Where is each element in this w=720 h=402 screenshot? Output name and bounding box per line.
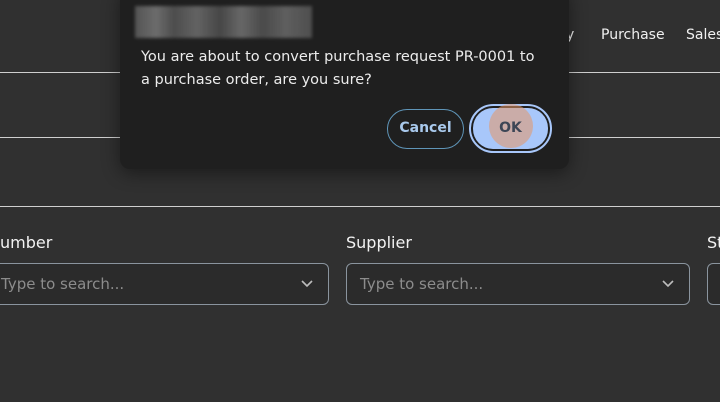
nav-item-sales[interactable]: Sales bbox=[686, 27, 720, 43]
ok-button-label: OK bbox=[499, 120, 522, 136]
chevron-down-icon bbox=[301, 280, 313, 288]
number-filter-label: umber bbox=[0, 233, 53, 252]
supplier-filter-placeholder: Type to search... bbox=[360, 275, 484, 293]
supplier-filter-label: Supplier bbox=[346, 233, 412, 252]
nav-item-purchase[interactable]: Purchase bbox=[601, 27, 665, 43]
supplier-filter-select[interactable]: Type to search... bbox=[346, 263, 690, 305]
divider bbox=[0, 206, 720, 207]
confirm-dialog: You are about to convert purchase reques… bbox=[120, 0, 569, 169]
number-filter-placeholder: Type to search... bbox=[1, 275, 125, 293]
dialog-title-redacted bbox=[135, 6, 312, 38]
page: y Purchase Sales umber Type to search...… bbox=[0, 0, 720, 402]
number-filter-select[interactable]: Type to search... bbox=[0, 263, 329, 305]
status-filter-select[interactable] bbox=[707, 263, 720, 305]
cancel-button[interactable]: Cancel bbox=[387, 109, 464, 149]
chevron-down-icon bbox=[662, 280, 674, 288]
status-filter-label: St bbox=[707, 233, 720, 252]
ok-button[interactable]: OK bbox=[473, 108, 548, 149]
dialog-message: You are about to convert purchase reques… bbox=[141, 49, 535, 88]
